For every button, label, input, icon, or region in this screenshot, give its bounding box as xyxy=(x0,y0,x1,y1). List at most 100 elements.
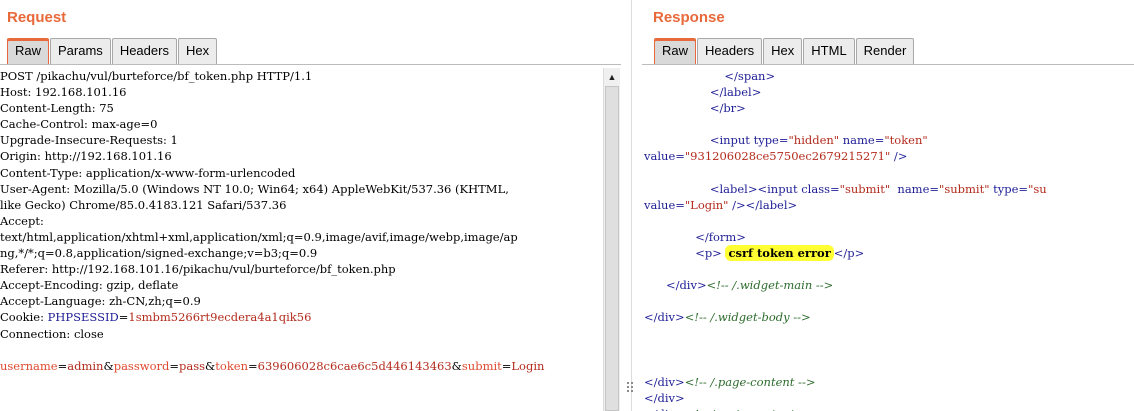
response-line xyxy=(644,293,1134,309)
response-line: </div><!-- /.widget-main --> xyxy=(644,277,1134,293)
request-tab-params[interactable]: Params xyxy=(50,38,111,64)
html-tag: </label> xyxy=(709,85,762,100)
response-line xyxy=(644,342,1134,358)
html-tag: </span> xyxy=(724,69,776,83)
request-line: Origin: http://192.168.101.16 xyxy=(0,149,172,164)
request-raw-editor[interactable]: POST /pikachu/vul/burteforce/bf_token.ph… xyxy=(0,68,602,411)
html-tag: type= xyxy=(753,133,789,148)
response-line xyxy=(644,165,1134,181)
request-line: POST /pikachu/vul/burteforce/bf_token.ph… xyxy=(0,69,313,83)
request-line: Cookie: PHPSESSID=1smbm5266rt9ecdera4a1q… xyxy=(0,309,602,325)
body-param-name: password xyxy=(113,358,170,373)
request-tabbar: Raw Params Headers Hex xyxy=(7,38,218,64)
html-comment: <!-- /.main-content --> xyxy=(685,407,816,411)
body-param-name: token xyxy=(215,358,249,373)
html-tag: value= xyxy=(644,197,685,212)
response-line: <input type="hidden" name="token" xyxy=(644,132,1134,148)
response-line: <p> csrf token error </p> xyxy=(644,245,1134,262)
html-tag: <p> xyxy=(695,246,722,261)
html-tag: <label> xyxy=(709,181,758,196)
response-line xyxy=(644,261,1134,277)
response-tab-render[interactable]: Render xyxy=(855,38,915,64)
body-param-sep: & xyxy=(205,358,216,373)
html-tag: </div> xyxy=(644,390,685,405)
html-tag: </label> xyxy=(745,197,798,212)
arrow-up-icon[interactable]: ▲ xyxy=(604,68,620,85)
html-attr-value: "su xyxy=(1028,181,1047,196)
scroll-thumb[interactable] xyxy=(605,86,619,411)
response-pane: Response Raw Headers Hex HTML Render </span>… xyxy=(642,0,1134,411)
request-tab-headers[interactable]: Headers xyxy=(111,38,177,64)
html-tag: </div> xyxy=(644,310,685,325)
request-tab-divider xyxy=(0,64,621,65)
response-line: value="Login" /></label> xyxy=(644,197,1134,213)
text-segment xyxy=(644,133,710,147)
text-segment xyxy=(644,230,695,244)
response-line: </form> xyxy=(644,229,1134,245)
response-line: <label><input class="submit" name="submi… xyxy=(644,181,1134,197)
html-tag: <input xyxy=(757,181,802,196)
body-param-value: Login xyxy=(511,358,545,373)
body-param-value: pass xyxy=(179,358,206,373)
request-tab-raw[interactable]: Raw xyxy=(7,38,50,64)
request-line: Connection: close xyxy=(0,326,104,341)
request-line: ng,*/*;q=0.8,application/signed-exchange… xyxy=(0,246,318,261)
html-attr-value: "Login" xyxy=(684,197,729,212)
html-tag: </br> xyxy=(709,101,746,116)
response-tab-divider xyxy=(642,64,1134,65)
request-line: Accept: xyxy=(0,213,44,228)
body-param-eq: = xyxy=(248,358,258,373)
request-line: Accept-Encoding: gzip, deflate xyxy=(0,278,179,293)
body-param-name: username xyxy=(0,358,58,373)
response-tab-hex[interactable]: Hex xyxy=(763,38,803,64)
splitter-line xyxy=(631,0,632,411)
request-line: Cache-Control: max-age=0 xyxy=(0,117,158,132)
cookie-prefix: Cookie: xyxy=(0,310,48,325)
html-attr-value: "submit" xyxy=(939,181,990,196)
body-param-value: 639606028c6cae6c5d446143463 xyxy=(257,358,452,373)
body-param-eq: = xyxy=(169,358,179,373)
html-comment: <!-- /.page-content --> xyxy=(684,374,816,389)
html-tag: <input xyxy=(709,133,754,148)
html-tag: /> xyxy=(890,149,908,164)
request-title: Request xyxy=(7,9,67,26)
body-param-sep: & xyxy=(451,358,462,373)
request-line: User-Agent: Mozilla/5.0 (Windows NT 10.0… xyxy=(0,181,509,196)
request-scrollbar[interactable]: ▲ xyxy=(603,68,620,411)
text-segment xyxy=(644,278,666,292)
response-tab-headers[interactable]: Headers xyxy=(697,38,763,64)
html-attr-value: "hidden" xyxy=(788,133,840,148)
request-tab-hex[interactable]: Hex xyxy=(177,38,218,64)
text-segment xyxy=(644,101,710,115)
response-tab-html[interactable]: HTML xyxy=(803,38,855,64)
response-line: value="931206028ce5750ec2679215271" /> xyxy=(644,148,1134,164)
response-raw-viewer[interactable]: </span> </label> </br> <input type="hidd… xyxy=(644,68,1134,411)
grip-icon[interactable] xyxy=(627,382,635,396)
html-attr-value: "token" xyxy=(884,133,928,148)
request-line: username=admin&password=pass&token=63960… xyxy=(0,358,602,374)
body-param-eq: = xyxy=(501,358,512,373)
request-line: Upgrade-Insecure-Requests: 1 xyxy=(0,133,178,148)
response-line: </div> xyxy=(644,390,1134,406)
response-tab-raw[interactable]: Raw xyxy=(654,38,697,64)
request-line: Host: 192.168.101.16 xyxy=(0,85,127,100)
cookie-name: PHPSESSID xyxy=(47,310,119,325)
html-tag: /> xyxy=(728,197,746,212)
body-param-sep: & xyxy=(103,358,114,373)
text-segment xyxy=(644,182,710,196)
pane-splitter[interactable] xyxy=(621,0,642,411)
request-line: like Gecko) Chrome/85.0.4183.121 Safari/… xyxy=(0,197,287,212)
html-tag: </div> xyxy=(644,407,685,411)
response-line xyxy=(644,358,1134,374)
request-line: Referer: http://192.168.101.16/pikachu/v… xyxy=(0,262,396,277)
body-param-eq: = xyxy=(57,358,68,373)
request-line: text/html,application/xhtml+xml,applicat… xyxy=(0,229,518,244)
cookie-value: 1smbm5266rt9ecdera4a1qik56 xyxy=(128,310,312,325)
request-line: Content-Type: application/x-www-form-url… xyxy=(0,165,296,180)
response-line: </div><!-- /.widget-body --> xyxy=(644,309,1134,325)
html-tag: </div> xyxy=(665,278,707,293)
html-comment: <!-- /.widget-main --> xyxy=(706,278,834,293)
html-tag: value= xyxy=(644,149,685,164)
html-comment: <!-- /.widget-body --> xyxy=(684,310,811,325)
response-tabbar: Raw Headers Hex HTML Render xyxy=(654,38,915,64)
